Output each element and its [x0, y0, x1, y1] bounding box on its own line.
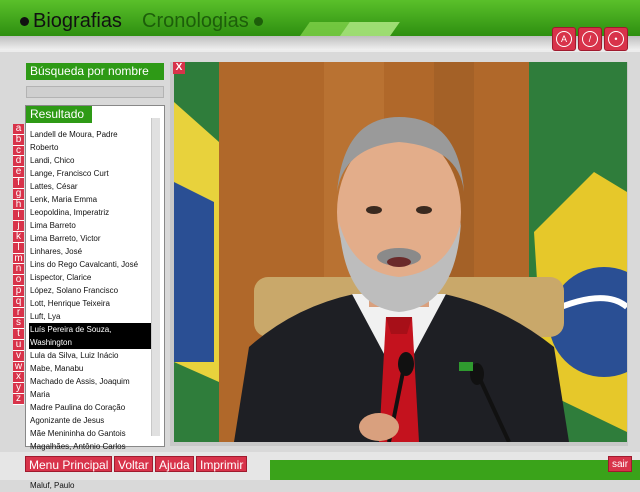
bullet-icon: [253, 17, 263, 26]
tab-cronologias[interactable]: Cronologias: [142, 10, 263, 33]
search-label: Búsqueda por nombre: [26, 63, 164, 80]
compass-icon: /: [582, 31, 598, 47]
imprimir-button[interactable]: Imprimir: [196, 456, 248, 472]
list-item[interactable]: Washington: [29, 336, 151, 349]
list-item[interactable]: Lispector, Clarice: [29, 271, 151, 284]
tab-biografias-label: Biografias: [33, 10, 122, 32]
sair-button[interactable]: sair: [608, 456, 633, 472]
alphabet-letter-v[interactable]: v: [13, 350, 24, 362]
list-item[interactable]: López, Solano Francisco: [29, 284, 151, 297]
biography-photo: [174, 62, 627, 442]
results-scrollbar[interactable]: [151, 118, 160, 436]
list-item[interactable]: Lins do Rego Cavalcanti, José: [29, 258, 151, 271]
bottom-accent-band: [270, 460, 640, 480]
list-item[interactable]: Lima Barreto, Victor: [29, 232, 151, 245]
list-item[interactable]: Madre Paulina do Coração: [29, 401, 151, 414]
list-item[interactable]: Lange, Francisco Curt: [29, 167, 151, 180]
list-item[interactable]: Lott, Henrique Teixeira: [29, 297, 151, 310]
list-item[interactable]: Luís Pereira de Souza,: [29, 323, 151, 336]
header-underline: [0, 36, 640, 50]
globe-icon-button[interactable]: •: [604, 27, 628, 51]
a-icon-button[interactable]: A: [552, 27, 576, 51]
list-item[interactable]: Lenk, Maria Emma: [29, 193, 151, 206]
list-item[interactable]: Mabe, Manabu: [29, 362, 151, 375]
globe-icon: •: [608, 31, 624, 47]
alphabet-index: abcdefghijklmnopqrstuvwxyz: [13, 123, 24, 405]
tab-biografias[interactable]: Biografias: [20, 10, 122, 33]
ajuda-button[interactable]: Ajuda: [155, 456, 194, 472]
list-item[interactable]: Maria: [29, 388, 151, 401]
list-item[interactable]: Landi, Chico: [29, 154, 151, 167]
list-item[interactable]: Leopoldina, Imperatriz: [29, 206, 151, 219]
compass-icon-button[interactable]: /: [578, 27, 602, 51]
list-item[interactable]: Lula da Silva, Luiz Inácio: [29, 349, 151, 362]
voltar-button[interactable]: Voltar: [114, 456, 153, 472]
list-item[interactable]: Landell de Moura, Padre: [29, 128, 151, 141]
tab-cronologias-label: Cronologias: [142, 10, 249, 32]
list-item[interactable]: Linhares, José: [29, 245, 151, 258]
list-item[interactable]: Lima Barreto: [29, 219, 151, 232]
a-icon: A: [556, 31, 572, 47]
alphabet-letter-l[interactable]: l: [13, 242, 24, 254]
alphabet-letter-g[interactable]: g: [13, 188, 24, 200]
list-item[interactable]: Machado de Assis, Joaquim: [29, 375, 151, 388]
list-item[interactable]: Lattes, César: [29, 180, 151, 193]
alphabet-letter-q[interactable]: q: [13, 296, 24, 308]
alphabet-letter-z[interactable]: z: [13, 393, 24, 405]
list-item[interactable]: Luft, Lya: [29, 310, 151, 323]
bullet-icon: [20, 17, 29, 26]
search-input[interactable]: [26, 86, 164, 98]
results-label: Resultado: [26, 106, 92, 123]
list-item[interactable]: Agonizante de Jesus: [29, 414, 151, 427]
close-photo-button[interactable]: X: [173, 62, 185, 74]
list-item[interactable]: Maluf, Paulo: [29, 479, 151, 492]
alphabet-letter-b[interactable]: b: [13, 134, 24, 146]
list-item[interactable]: Roberto: [29, 141, 151, 154]
results-list: Landell de Moura, Padre Roberto Landi, Chi…: [29, 128, 151, 492]
menu-principal-button[interactable]: Menu Principal: [25, 456, 113, 472]
list-item[interactable]: Mãe Menininha do Gantois: [29, 427, 151, 440]
